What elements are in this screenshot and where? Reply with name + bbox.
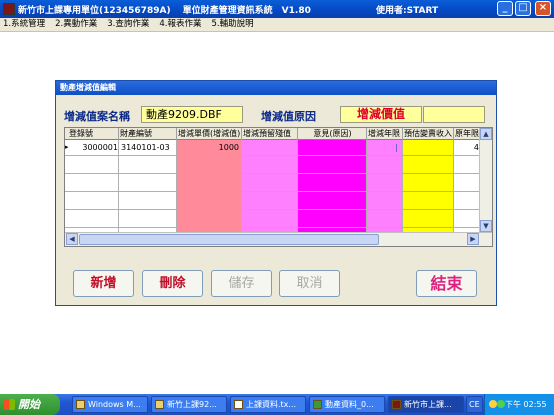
- windows-flag-icon: [4, 399, 15, 410]
- menu-transfer[interactable]: 2.異動作業: [55, 18, 97, 31]
- system-tray: 下午 02:55: [484, 394, 554, 415]
- media-player-icon: [76, 400, 85, 409]
- clock: 下午 02:55: [505, 400, 547, 409]
- menu-bar: 1.系統管理 2.異動作業 3.查詢作業 4.報表作業 5.輔助說明: [0, 18, 554, 32]
- scroll-down-icon[interactable]: ▼: [480, 220, 492, 232]
- folder-icon: [155, 400, 164, 409]
- row-line: [65, 209, 480, 210]
- case-name-field[interactable]: 動產9209.DBF: [141, 106, 243, 123]
- task-label: 上課資料.tx...: [246, 400, 297, 409]
- header-years[interactable]: 增減年限: [367, 128, 403, 140]
- sale-income-column: [403, 140, 454, 232]
- taskbar: 開始 Windows M... 新竹上課92... 上課資料.tx... 動產資…: [0, 394, 554, 415]
- horizontal-scrollbar[interactable]: ◀ ▶: [65, 232, 492, 246]
- header-orig-years[interactable]: 原年限: [454, 128, 481, 140]
- header-residual[interactable]: 增減預留殘值: [242, 128, 298, 140]
- header-amount[interactable]: 增減單價(增減值): [177, 128, 242, 140]
- reason-label: 增減值原因: [261, 110, 316, 123]
- add-button[interactable]: 新增: [73, 270, 134, 297]
- reason-field[interactable]: 增減價值: [340, 106, 422, 123]
- start-label: 開始: [18, 398, 40, 411]
- dialog-title: 動產增減值編輯: [56, 81, 496, 95]
- save-button[interactable]: 儲存: [211, 270, 272, 297]
- task-label: 動產資料_0...: [325, 400, 374, 409]
- reason-extra-field[interactable]: [423, 106, 485, 123]
- task-label: Windows M...: [88, 400, 141, 409]
- user-label: 使用者:START: [376, 6, 439, 16]
- scroll-up-icon[interactable]: ▲: [480, 128, 492, 140]
- field-row: 增減值案名稱 動產9209.DBF 增減值原因 增減價值: [64, 105, 494, 125]
- residual-column: [242, 140, 298, 232]
- close-button[interactable]: ×: [535, 1, 551, 16]
- header-reason[interactable]: 意見(原因): [298, 128, 367, 140]
- scroll-thumb[interactable]: [79, 234, 379, 245]
- case-label: 增減值案名稱: [64, 110, 130, 123]
- cell-reg-no[interactable]: 3000001: [70, 140, 118, 155]
- task-label: 新竹市上課...: [404, 400, 452, 409]
- task-label: 新竹上課92...: [167, 400, 217, 409]
- tray-icon[interactable]: [489, 400, 497, 408]
- maximize-button[interactable]: □: [515, 1, 531, 16]
- menu-query[interactable]: 3.查詢作業: [107, 18, 149, 31]
- row-line: [65, 173, 480, 174]
- exit-button[interactable]: 結束: [416, 270, 477, 297]
- cancel-button[interactable]: 取消: [279, 270, 340, 297]
- cell-years[interactable]: |: [367, 140, 398, 155]
- notepad-icon: [234, 400, 243, 409]
- menu-help[interactable]: 5.輔助說明: [212, 18, 254, 31]
- task-windows-media[interactable]: Windows M...: [72, 396, 148, 413]
- scroll-right-icon[interactable]: ▶: [467, 233, 479, 245]
- tray-network-icon[interactable]: [497, 400, 505, 408]
- task-folder[interactable]: 新竹上課92...: [151, 396, 227, 413]
- menu-system[interactable]: 1.系統管理: [3, 18, 45, 31]
- start-button[interactable]: 開始: [0, 394, 60, 415]
- title-bar: 新竹市上課專用單位(123456789A) 單位財產管理資訊系統 V1.80 使…: [0, 0, 554, 18]
- language-indicator[interactable]: CE: [466, 396, 483, 413]
- app-icon: [3, 3, 15, 15]
- task-notepad[interactable]: 上課資料.tx...: [230, 396, 306, 413]
- cell-asset-no[interactable]: 3140101-03: [121, 140, 177, 155]
- task-spreadsheet[interactable]: 動產資料_0...: [309, 396, 385, 413]
- minimize-button[interactable]: _: [497, 1, 513, 16]
- vertical-scrollbar[interactable]: ▲ ▼: [479, 128, 492, 233]
- data-grid: 登錄號 財產編號 增減單價(增減值) 增減預留殘值 意見(原因) 增減年限 預估…: [64, 127, 493, 247]
- header-asset-no[interactable]: 財產編號: [119, 128, 177, 140]
- task-asset-system[interactable]: 新竹市上課...: [388, 396, 464, 413]
- row-line: [65, 227, 480, 228]
- header-sale-income[interactable]: 預估變賣收入: [403, 128, 454, 140]
- cell-amount[interactable]: 1000: [177, 140, 239, 155]
- reason-column: [298, 140, 367, 232]
- menu-report[interactable]: 4.報表作業: [159, 18, 201, 31]
- scroll-left-icon[interactable]: ◀: [66, 233, 78, 245]
- row-line: [65, 191, 480, 192]
- app-title: 新竹市上課專用單位(123456789A) 單位財產管理資訊系統 V1.80: [18, 6, 311, 16]
- edit-dialog: 動產增減值編輯 增減值案名稱 動產9209.DBF 增減值原因 增減價值 登錄號…: [55, 80, 497, 306]
- spreadsheet-icon: [313, 400, 322, 409]
- header-reg-no[interactable]: 登錄號: [68, 128, 119, 140]
- app-icon: [392, 400, 401, 409]
- delete-button[interactable]: 刪除: [142, 270, 203, 297]
- grid-header: 登錄號 財產編號 增減單價(增減值) 增減預留殘值 意見(原因) 增減年限 預估…: [65, 128, 492, 140]
- cell-orig-years[interactable]: 4: [454, 140, 479, 155]
- row-line: [65, 155, 480, 156]
